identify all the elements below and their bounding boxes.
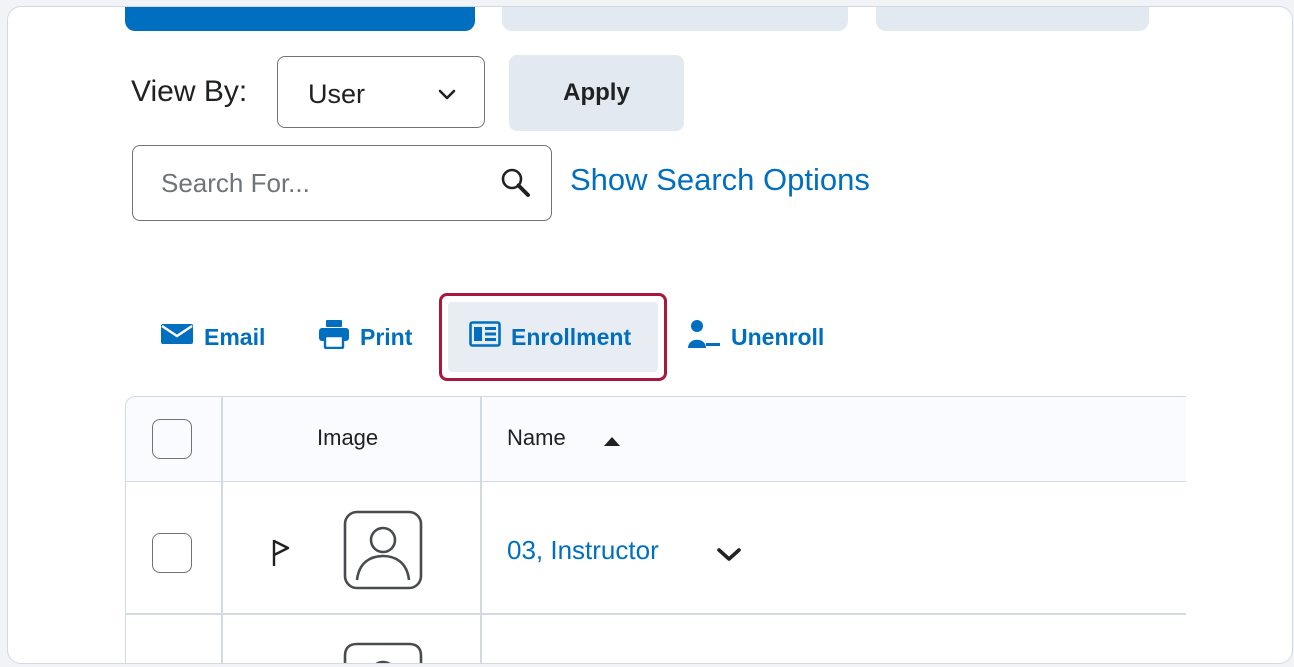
row-checkbox[interactable] [152, 533, 192, 573]
column-header-name[interactable]: Name [507, 425, 566, 451]
search-input[interactable]: Search For... [132, 145, 552, 221]
row-divider [126, 613, 1186, 615]
email-label: Email [204, 323, 266, 350]
flag-icon[interactable] [271, 537, 291, 574]
user-remove-icon [687, 319, 721, 355]
users-table: Image Name 03, Instructor [125, 396, 1186, 663]
table-header [126, 397, 1186, 482]
user-avatar [343, 642, 423, 663]
select-all-checkbox[interactable] [152, 419, 192, 459]
tab-3[interactable] [876, 7, 1149, 31]
tab-2[interactable] [502, 7, 848, 31]
column-divider [480, 397, 482, 663]
chevron-down-icon [438, 88, 456, 106]
user-name-link[interactable]: 03, Instructor [507, 535, 659, 566]
email-button[interactable]: Email [160, 317, 265, 357]
search-icon[interactable] [499, 166, 533, 205]
enrollment-card-icon [469, 321, 501, 353]
view-by-select[interactable]: User [277, 56, 485, 128]
enrollment-button[interactable]: Enrollment [469, 317, 631, 357]
view-by-value: User [308, 79, 366, 109]
sort-ascending-icon[interactable] [603, 434, 621, 452]
unenroll-button[interactable]: Unenroll [687, 317, 824, 357]
column-divider [221, 397, 223, 663]
view-by-label: View By: [131, 75, 248, 108]
page-frame: View By: User Apply Search For... Show S… [7, 6, 1293, 664]
print-label: Print [360, 323, 413, 350]
enrollment-label: Enrollment [511, 323, 632, 350]
tab-active[interactable] [125, 7, 475, 31]
show-search-options-link[interactable]: Show Search Options [570, 162, 870, 198]
printer-icon [318, 319, 350, 355]
user-avatar [343, 510, 423, 595]
chevron-down-icon[interactable] [716, 547, 742, 568]
apply-button[interactable]: Apply [509, 55, 684, 131]
envelope-icon [160, 323, 194, 351]
unenroll-label: Unenroll [731, 323, 825, 350]
print-button[interactable]: Print [318, 317, 412, 357]
column-header-image: Image [317, 425, 379, 450]
search-placeholder: Search For... [161, 168, 310, 198]
